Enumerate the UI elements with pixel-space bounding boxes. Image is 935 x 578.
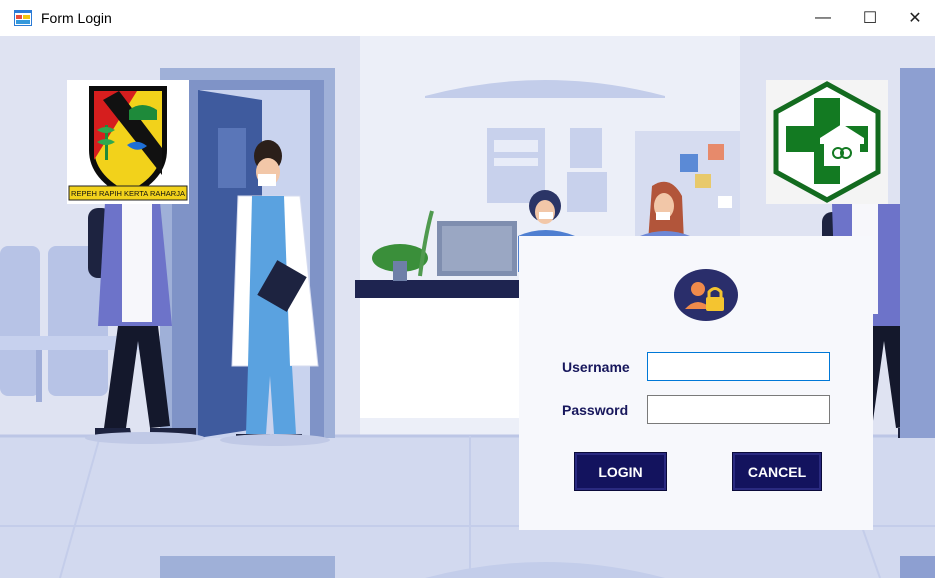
login-button-label: LOGIN [598, 463, 643, 480]
window-title: Form Login [41, 10, 112, 26]
user-lock-icon [674, 269, 738, 321]
app-icon [14, 10, 32, 26]
form-client-area: REPEH RAPIH KERTA RAHARJA Username Passw… [0, 36, 935, 578]
puskesmas-logo [766, 80, 888, 204]
username-input[interactable] [647, 352, 830, 381]
minimize-button[interactable]: — [800, 0, 846, 36]
cancel-button[interactable]: CANCEL [732, 452, 822, 491]
coat-of-arms-logo: REPEH RAPIH KERTA RAHARJA [67, 80, 189, 204]
shield-icon: REPEH RAPIH KERTA RAHARJA [68, 86, 188, 201]
login-window: Form Login — ☐ ✕ REPEH RAPIH KERTA RAHAR… [0, 0, 935, 578]
password-label: Password [562, 402, 629, 418]
login-button[interactable]: LOGIN [574, 452, 667, 491]
logo-motto-text: REPEH RAPIH KERTA RAHARJA [71, 189, 185, 198]
health-cross-icon [773, 81, 881, 203]
maximize-icon: ☐ [862, 10, 878, 27]
cancel-button-label: CANCEL [747, 463, 807, 480]
username-label: Username [562, 359, 630, 375]
password-input[interactable] [647, 395, 830, 424]
close-button[interactable]: ✕ [892, 0, 935, 36]
title-bar: Form Login — ☐ ✕ [0, 0, 935, 36]
close-icon: ✕ [908, 10, 922, 27]
maximize-button[interactable]: ☐ [847, 0, 893, 36]
minimize-icon: — [815, 9, 831, 26]
